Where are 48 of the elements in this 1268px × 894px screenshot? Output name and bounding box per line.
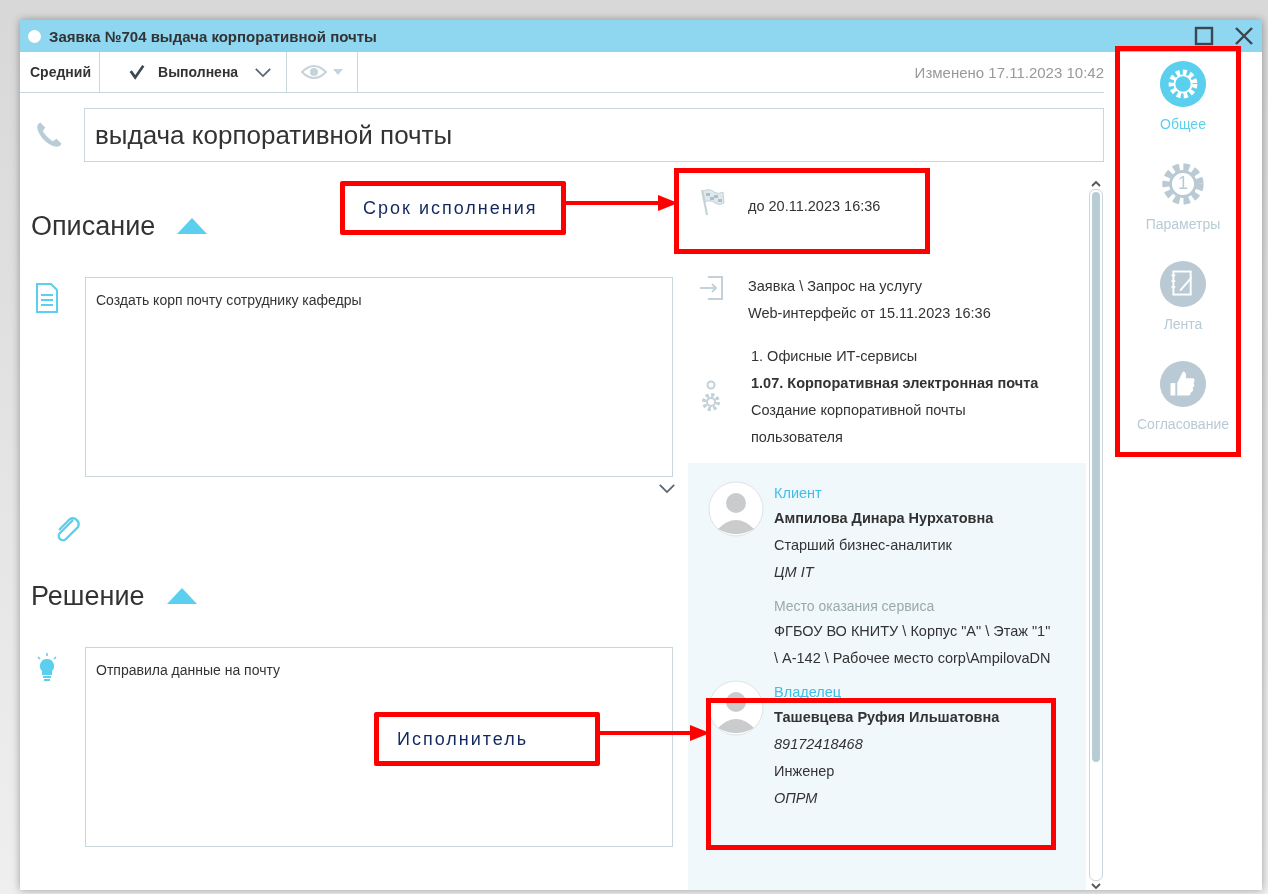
callout-label: Срок исполнения <box>340 181 566 235</box>
service-description: Создание корпоративной почты пользователя <box>751 401 967 447</box>
deadline-date: до 20.11.2023 16:36 <box>748 197 881 216</box>
role-label: Клиент <box>774 484 823 503</box>
avatar-icon <box>708 680 764 736</box>
avatar-icon <box>708 481 764 537</box>
phone-icon <box>34 120 64 150</box>
service-item: 1.07. Корпоративная электронная почта <box>751 374 1039 393</box>
document-icon <box>35 283 59 313</box>
priority-label[interactable]: Средний <box>20 52 100 92</box>
chevron-down-icon <box>254 66 273 78</box>
window-title: Заявка №704 выдача корпоративной почты <box>49 27 377 45</box>
source-line: Заявка \ Запрос на услугу <box>748 277 923 296</box>
client-department: ЦМ IT <box>774 563 816 582</box>
client-name: Ампилова Динара Нурхатовна <box>774 509 995 528</box>
owner-department: ОПРМ <box>774 789 819 808</box>
gear-icon <box>1159 60 1207 108</box>
service-category: 1. Офисные ИТ-сервисы <box>751 347 919 366</box>
eye-icon <box>301 64 327 80</box>
subject-field[interactable]: выдача корпоративной почты <box>84 108 1104 162</box>
parameter-count: 1 <box>1176 173 1189 194</box>
owner-name: Ташевцева Руфия Ильшатовна <box>774 708 1000 727</box>
gear-icon <box>1159 160 1207 208</box>
scroll-up-icon[interactable] <box>1091 180 1101 187</box>
section-heading: Решение <box>31 580 145 613</box>
role-label: Владелец <box>774 683 843 702</box>
owner-position: Инженер <box>774 762 836 781</box>
chevron-down-icon[interactable] <box>658 483 676 494</box>
thumbs-up-icon <box>1159 360 1207 408</box>
section-heading: Описание <box>31 210 156 243</box>
location-label: Место оказания сервиса <box>774 597 936 616</box>
notebook-icon <box>1159 260 1207 308</box>
status-dot-icon <box>28 29 41 43</box>
caret-icon <box>333 69 343 75</box>
callout-label: Исполнитель <box>374 712 600 766</box>
service-icon <box>699 380 723 414</box>
maximize-icon[interactable] <box>1194 26 1214 46</box>
status-dropdown[interactable]: Выполнена <box>100 52 287 92</box>
service-location: ФГБОУ ВО КНИТУ \ Корпус "А" \ Этаж "1" \ А-142 \ Рабочее место corp\AmpilovaDN <box>774 622 1052 668</box>
scrollbar-thumb[interactable] <box>1092 192 1100 762</box>
client-position: Старший бизнес-аналитик <box>774 536 953 555</box>
source-line: Web-интерфейс от 15.11.2023 16:36 <box>748 304 991 323</box>
owner-phone: 89172418468 <box>774 735 864 754</box>
description-field[interactable]: Создать корп почту сотруднику кафедры <box>85 277 673 477</box>
scroll-down-icon[interactable] <box>1091 883 1101 890</box>
modified-date: Изменено 17.11.2023 10:42 <box>914 63 1104 81</box>
close-icon[interactable] <box>1234 26 1254 46</box>
lightbulb-icon <box>35 653 59 683</box>
